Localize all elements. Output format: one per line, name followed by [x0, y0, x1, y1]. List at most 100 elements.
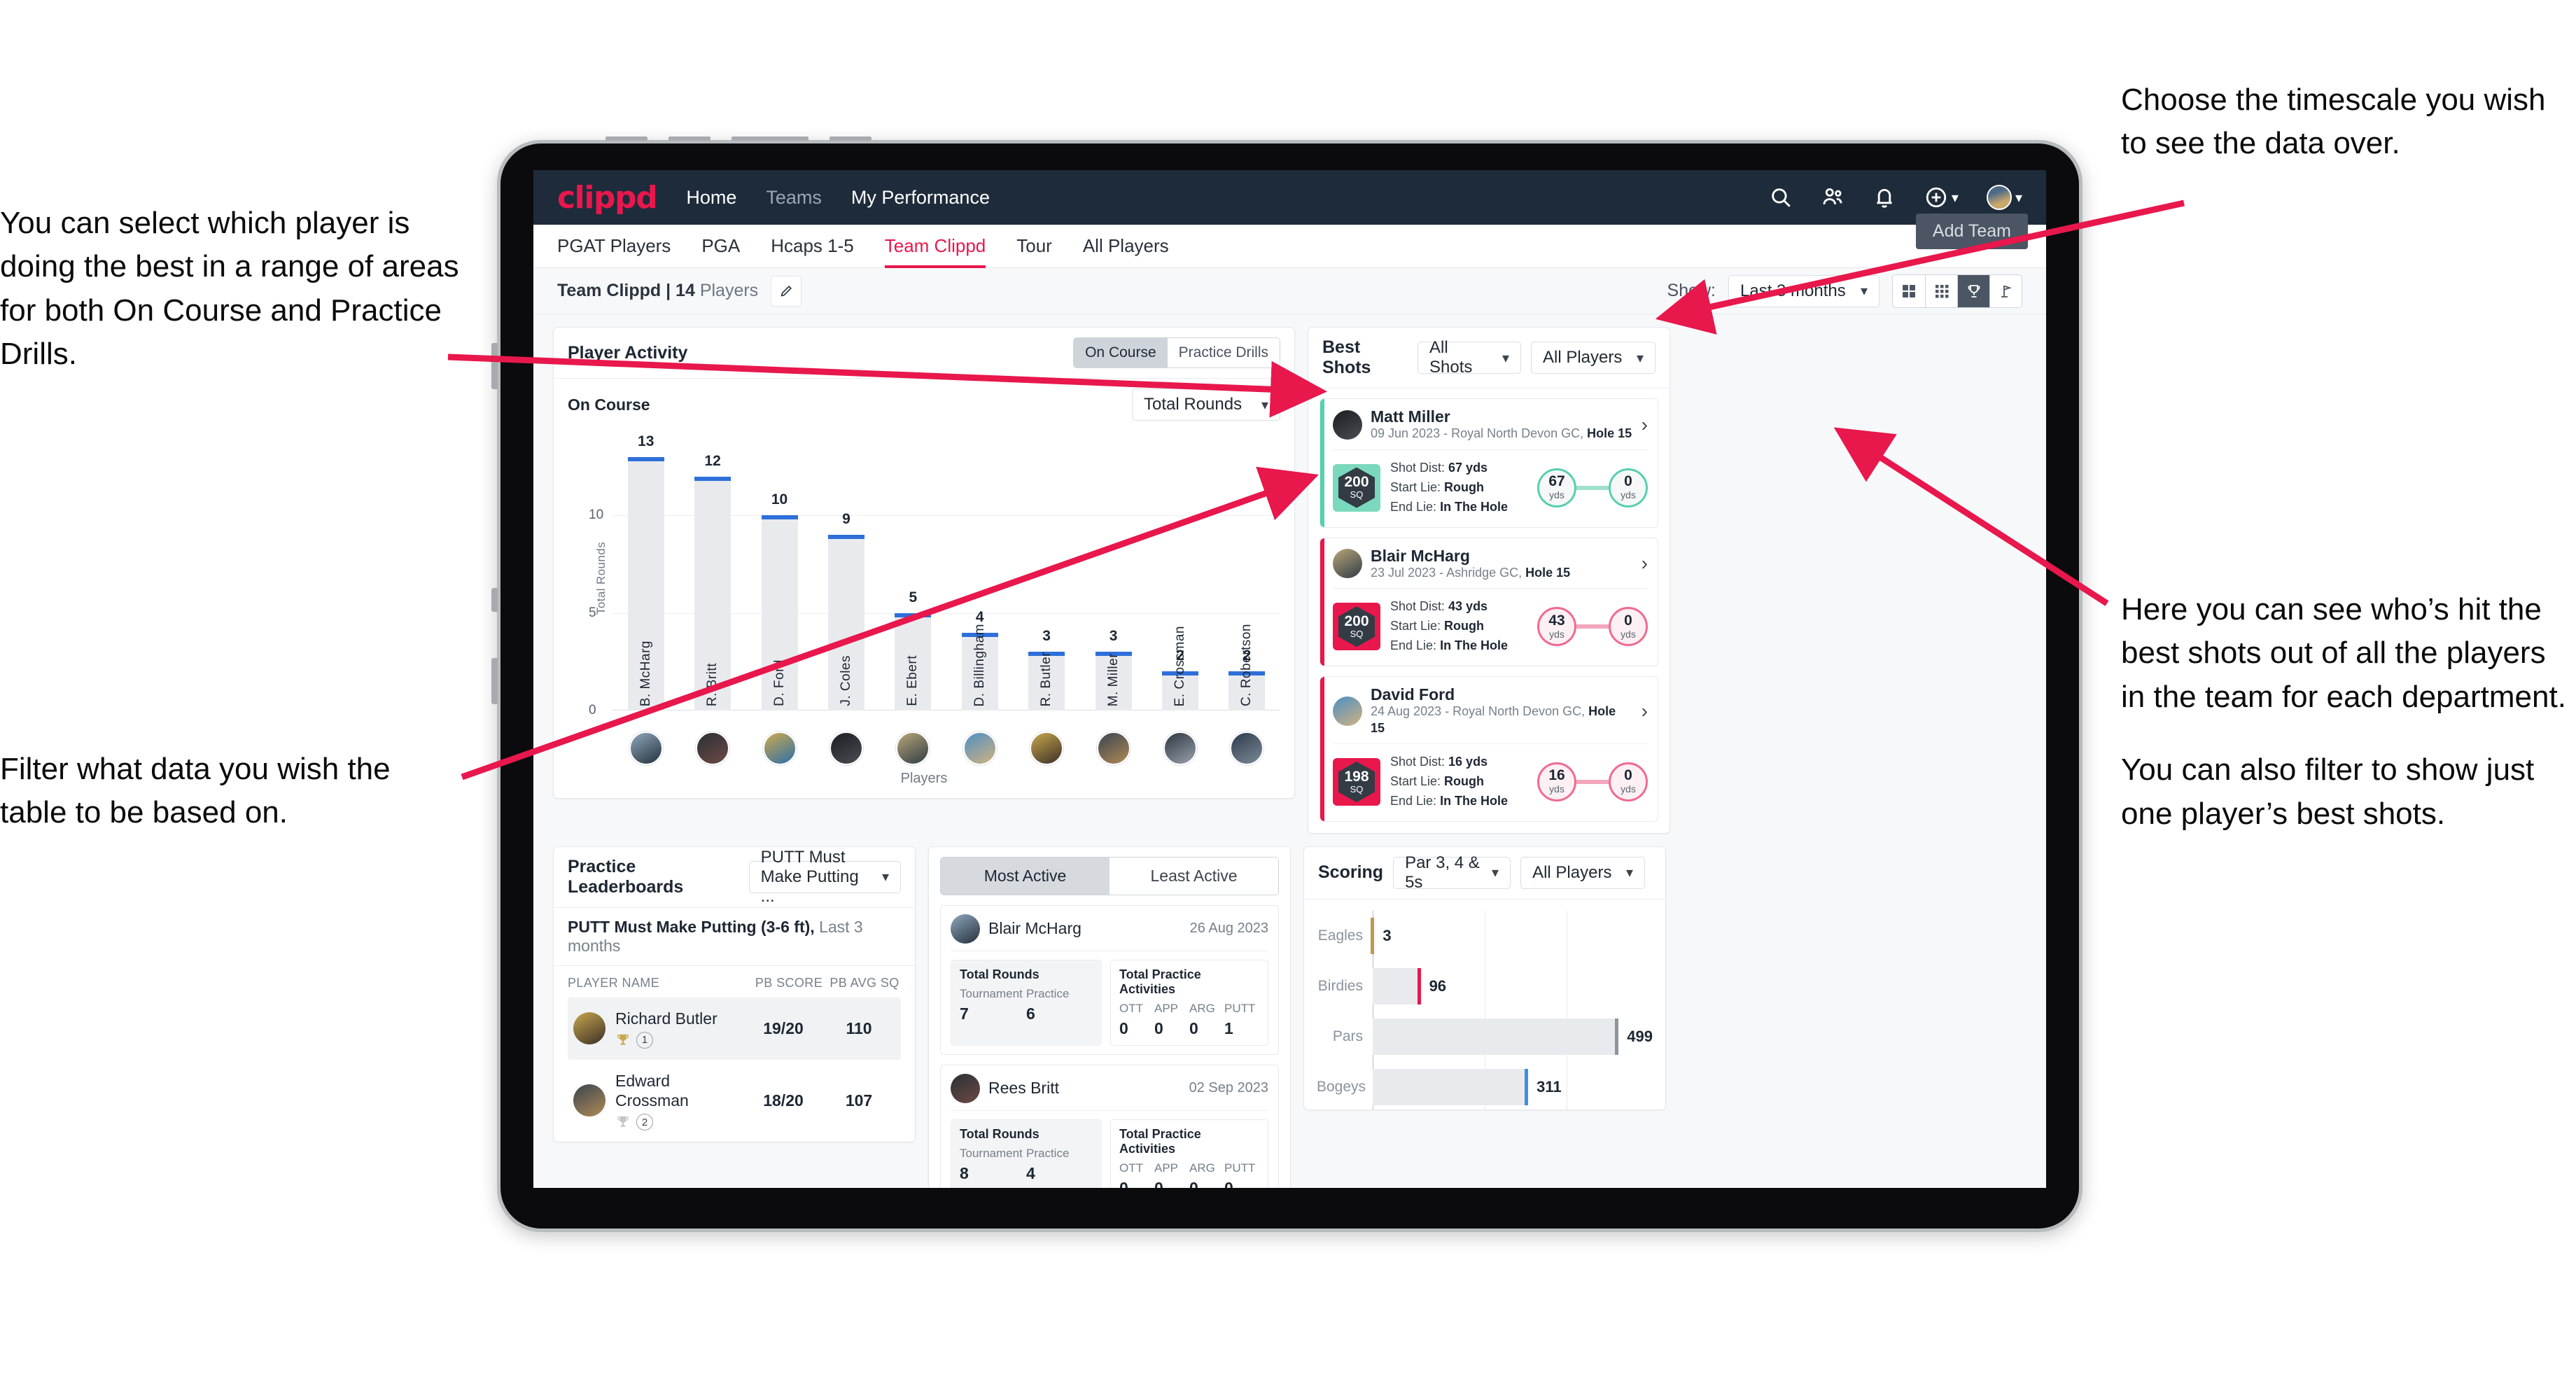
scoring-bar[interactable]: [1373, 1018, 1619, 1055]
chevron-down-icon[interactable]: ▾: [1952, 189, 1959, 206]
segment-practice-drills[interactable]: Practice Drills: [1167, 338, 1280, 368]
edit-team-button[interactable]: [771, 275, 802, 307]
chart-bar-slot[interactable]: 3 M. Miller: [1080, 438, 1147, 710]
scoring-value: 499: [1627, 1027, 1653, 1045]
player-avatar-slot[interactable]: [679, 732, 746, 765]
search-icon[interactable]: [1769, 186, 1793, 209]
shot-type-value: All Shots: [1429, 338, 1473, 377]
timescale-select[interactable]: Last 3 months ▾: [1728, 274, 1879, 307]
tab-tour[interactable]: Tour: [1016, 225, 1052, 268]
rounds-col-value: 4: [1026, 1163, 1035, 1182]
avatar[interactable]: [1230, 732, 1264, 765]
nav-item-home[interactable]: Home: [686, 187, 736, 209]
annotation-left-top: You can select which player is doing the…: [0, 202, 462, 377]
table-row[interactable]: Edward Crossman 2 18/20 107: [568, 1060, 901, 1142]
scoring-row[interactable]: Eagles 3: [1317, 911, 1653, 961]
chart-bar-slot[interactable]: 12 R. Britt: [679, 438, 746, 710]
chart-bar-slot[interactable]: 4 D. Billingham: [946, 438, 1013, 710]
chevron-right-icon[interactable]: ›: [1642, 552, 1648, 575]
player-avatar-slot[interactable]: [880, 732, 946, 765]
metric-select[interactable]: Total Rounds ▾: [1132, 388, 1280, 421]
player-avatar-slot[interactable]: [813, 732, 879, 765]
chart-bar-slot[interactable]: 3 R. Butler: [1013, 438, 1079, 710]
tab-hcaps-1-5[interactable]: Hcaps 1-5: [771, 225, 854, 268]
trophy-icon[interactable]: [1957, 274, 1989, 307]
player-avatar-slot[interactable]: [1013, 732, 1079, 765]
add-menu[interactable]: ▾: [1924, 186, 1959, 209]
avatar[interactable]: [896, 732, 930, 765]
chevron-right-icon[interactable]: ›: [1642, 414, 1648, 436]
player-avatar-slot[interactable]: [746, 732, 813, 765]
avatar[interactable]: [1163, 732, 1197, 765]
scoring-bar-end: [1615, 1018, 1619, 1055]
best-shot-card[interactable]: Blair McHarg 23 Jul 2023 - Ashridge GC, …: [1320, 537, 1658, 666]
leaderboard-player-cell: Richard Butler 1: [573, 1009, 744, 1049]
player-avatar-slot[interactable]: [1080, 732, 1147, 765]
shot-type-select[interactable]: All Shots ▾: [1418, 338, 1521, 377]
bell-icon[interactable]: [1872, 186, 1896, 209]
player-activity-subrow: On Course Total Rounds ▾: [554, 379, 1294, 424]
scoring-row[interactable]: Pars 499: [1317, 1011, 1653, 1062]
avatar[interactable]: [762, 732, 797, 765]
flag-icon[interactable]: [1989, 274, 2022, 307]
player-avatar-slot[interactable]: [1214, 732, 1280, 765]
scoring-bar[interactable]: [1373, 967, 1421, 1004]
best-shot-card[interactable]: Matt Miller 09 Jun 2023 - Royal North De…: [1320, 398, 1658, 528]
chart-bar-cap: [694, 476, 732, 481]
grid-small-icon[interactable]: [1925, 274, 1957, 307]
rounds-col-label: Tournament: [960, 1146, 1023, 1160]
plus-circle-icon[interactable]: [1924, 186, 1948, 209]
best-shots-player-select[interactable]: All Players ▾: [1531, 342, 1656, 374]
annotation-right-mid: Here you can see who’s hit the best shot…: [2121, 588, 2569, 836]
chevron-right-icon[interactable]: ›: [1642, 700, 1648, 722]
player-avatar-slot[interactable]: [1147, 732, 1213, 765]
tab-pga[interactable]: PGA: [701, 225, 740, 268]
player-avatar-slot[interactable]: [946, 732, 1013, 765]
avatar[interactable]: [1096, 732, 1130, 765]
tab-team-clippd[interactable]: Team Clippd: [884, 225, 986, 268]
chart-bar-slot[interactable]: 5 E. Ebert: [880, 438, 946, 710]
avatar[interactable]: [962, 732, 997, 765]
drill-select[interactable]: PUTT Must Make Putting ... ▾: [748, 848, 901, 906]
end-lie-line: End Lie: In The Hole: [1390, 499, 1508, 514]
activity-player-card[interactable]: Blair McHarg 26 Aug 2023 Total Rounds To…: [940, 904, 1279, 1055]
avatar[interactable]: [696, 732, 730, 765]
avatar[interactable]: [1986, 185, 2012, 210]
chart-bar-slot[interactable]: 2 E. Crossman: [1147, 438, 1213, 710]
scoring-bar[interactable]: [1371, 917, 1375, 954]
avatar[interactable]: [1030, 732, 1064, 765]
tab-all-players[interactable]: All Players: [1083, 225, 1169, 268]
chart-bar-slot[interactable]: 13 B. McHarg: [612, 433, 679, 710]
par-filter-select[interactable]: Par 3, 4 & 5s ▾: [1393, 853, 1511, 892]
shot-start-value: 67: [1548, 473, 1565, 490]
people-icon[interactable]: [1821, 186, 1844, 209]
nav-item-teams[interactable]: Teams: [766, 187, 822, 209]
clippd-logo[interactable]: clippd: [557, 180, 658, 216]
tab-least-active[interactable]: Least Active: [1110, 857, 1278, 895]
user-menu[interactable]: ▾: [1986, 185, 2022, 210]
tab-most-active[interactable]: Most Active: [941, 857, 1110, 895]
segment-on-course[interactable]: On Course: [1074, 338, 1168, 368]
chevron-down-icon[interactable]: ▾: [2015, 189, 2022, 206]
drill-name: PUTT Must Make Putting (3-6 ft),: [568, 917, 815, 936]
scoring-row[interactable]: Birdies 96: [1317, 961, 1653, 1011]
avatar[interactable]: [829, 732, 863, 765]
metric-value: Total Rounds: [1144, 395, 1242, 414]
tab-pgat-players[interactable]: PGAT Players: [557, 225, 671, 268]
chart-bars: 13 B. McHarg 12 R. Britt 10 D. Ford 9 J. Coles 5…: [612, 433, 1280, 710]
avatar[interactable]: [629, 732, 663, 765]
chart-bar-slot[interactable]: 9 J. Coles: [813, 438, 879, 710]
player-avatar-slot[interactable]: [612, 732, 679, 765]
best-shot-card[interactable]: David Ford 24 Aug 2023 - Royal North Dev…: [1320, 676, 1658, 822]
activity-player-card[interactable]: Rees Britt 02 Sep 2023 Total Rounds Tour…: [940, 1064, 1279, 1188]
scoring-chart: Eagles 3 Birdies 96 Pars 499 Bogeys 311: [1304, 899, 1665, 1110]
grid-large-icon[interactable]: [1893, 274, 1925, 307]
scoring-bar[interactable]: [1373, 1068, 1529, 1105]
scoring-player-select[interactable]: All Players ▾: [1520, 856, 1646, 889]
add-team-button[interactable]: Add Team: [1915, 214, 2028, 249]
scoring-row[interactable]: Bogeys 311: [1317, 1062, 1653, 1112]
table-row[interactable]: Richard Butler 1 19/20 110: [568, 997, 901, 1060]
chart-bar-slot[interactable]: 2 C. Robertson: [1214, 438, 1280, 710]
chart-bar-slot[interactable]: 10 D. Ford: [746, 438, 813, 710]
nav-item-my-performance[interactable]: My Performance: [851, 187, 990, 209]
